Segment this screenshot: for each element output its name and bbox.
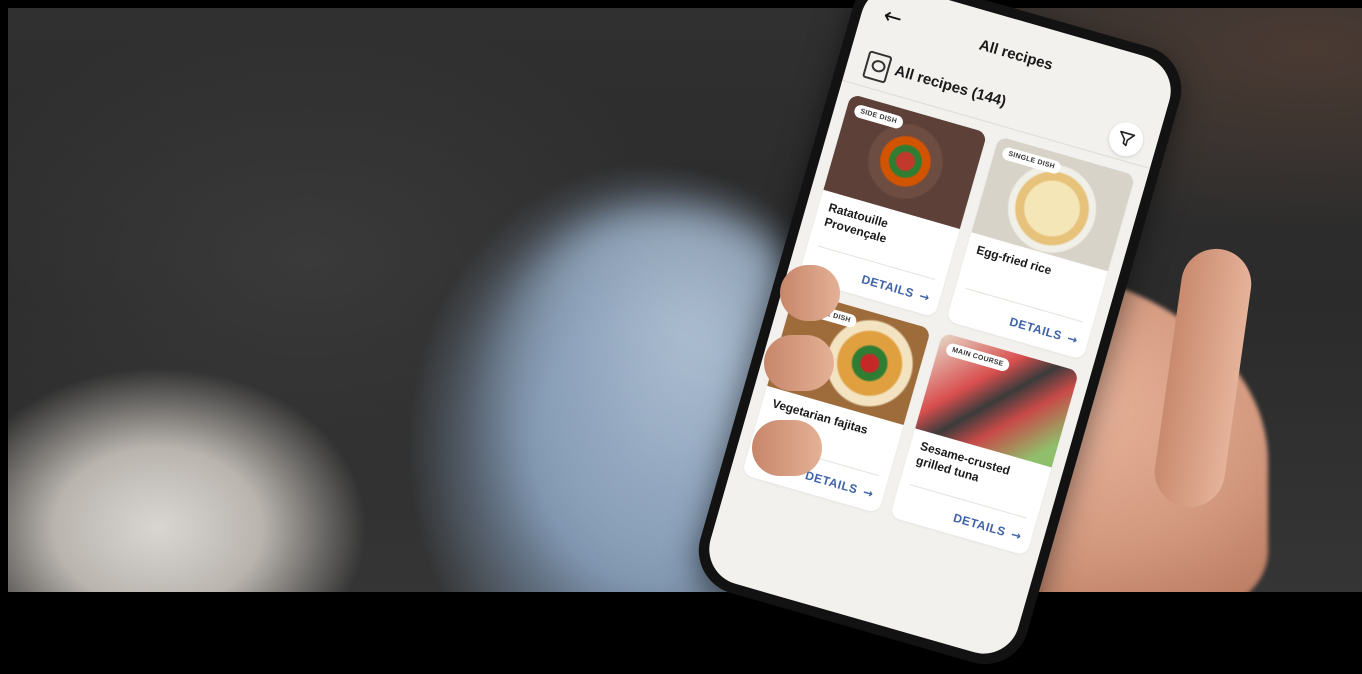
category-badge: MAIN COURSE	[944, 342, 1011, 373]
finger	[764, 335, 834, 391]
category-badge: SIDE DISH	[852, 103, 905, 130]
details-label: DETAILS	[859, 272, 916, 301]
fingers	[752, 255, 842, 555]
arrow-right-icon: →	[917, 288, 932, 306]
filter-button[interactable]	[1104, 118, 1148, 161]
details-label: DETAILS	[1007, 314, 1064, 343]
finger	[780, 265, 840, 321]
category-badge: SINGLE DISH	[1000, 146, 1063, 176]
recipe-book-icon	[861, 50, 893, 84]
details-label: DETAILS	[951, 510, 1008, 539]
arrow-right-icon: →	[1009, 527, 1024, 544]
arrow-right-icon: →	[1065, 331, 1080, 348]
arrow-right-icon: →	[861, 484, 876, 502]
finger	[752, 420, 822, 476]
filter-icon	[1120, 130, 1136, 147]
